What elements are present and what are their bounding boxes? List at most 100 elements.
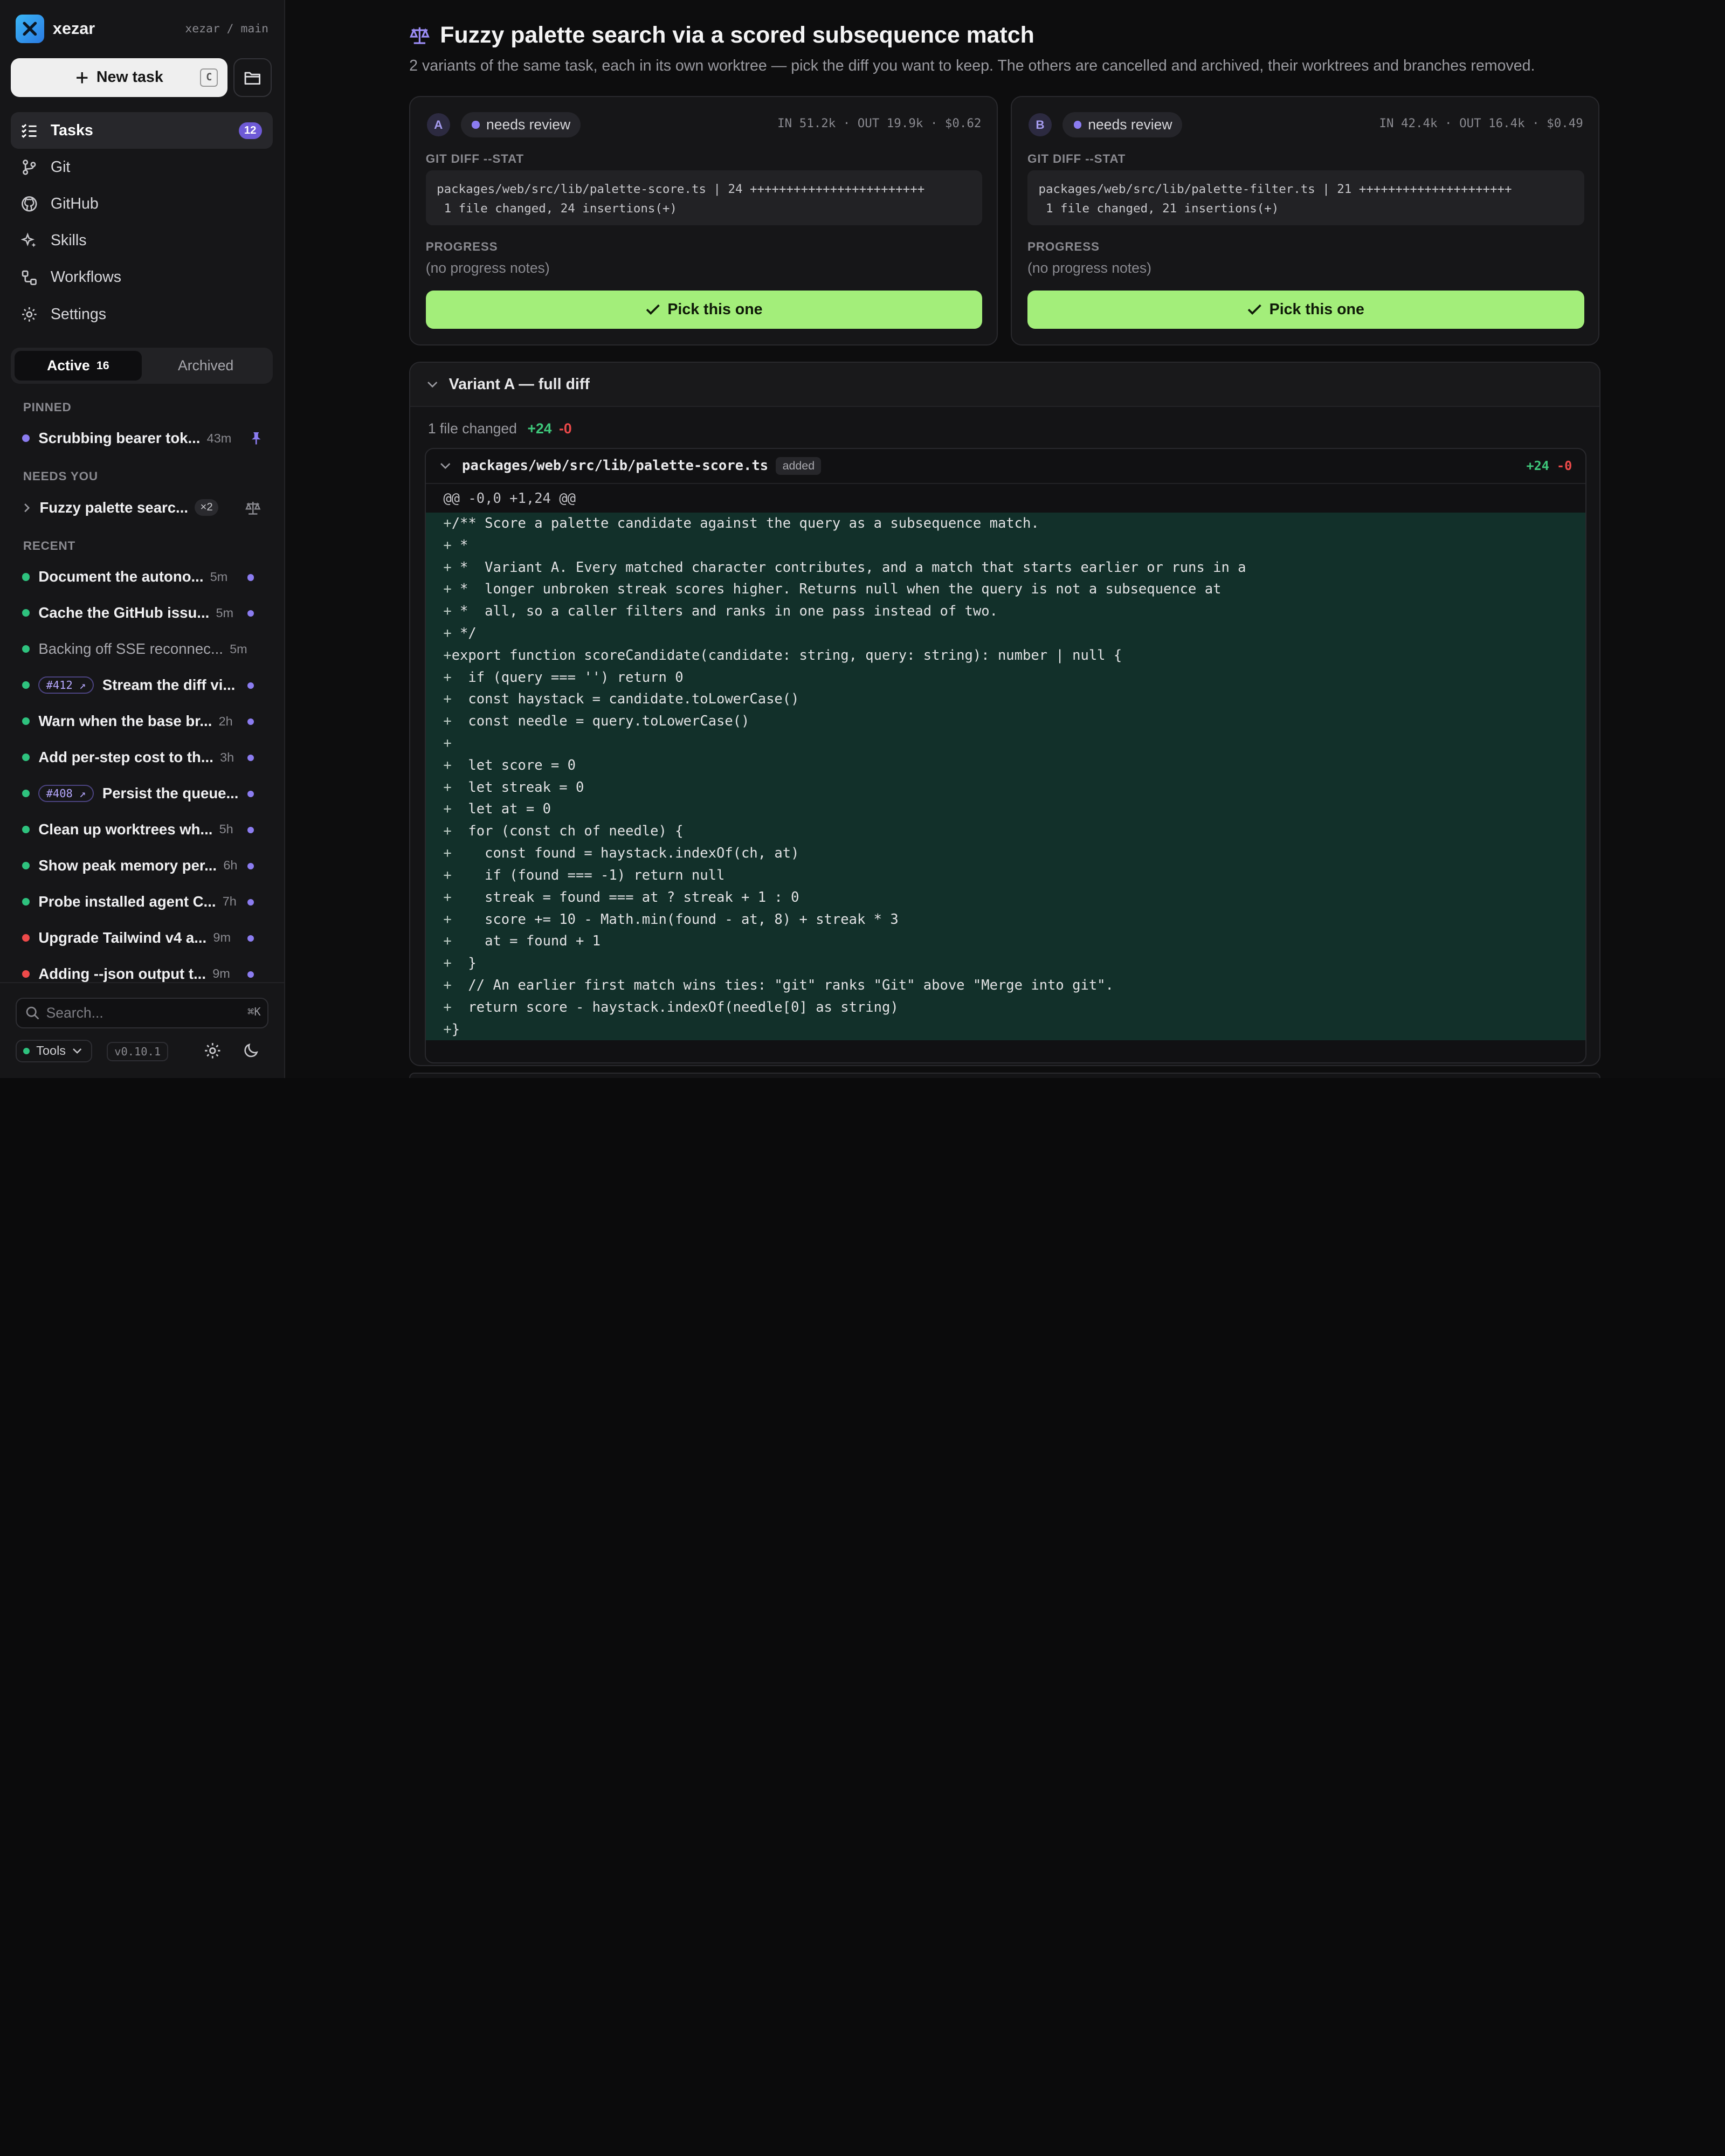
task-title: Clean up worktrees wh... <box>38 820 213 838</box>
added-marker: + <box>443 691 452 708</box>
added-marker: + <box>443 647 452 664</box>
diff-stat-label: GIT DIFF --STAT <box>1027 151 1126 165</box>
unread-dot <box>247 826 254 834</box>
task-item-recent[interactable]: Adding --json output t... 9m <box>11 956 273 992</box>
line-text: export function scoreCandidate(candidate… <box>451 647 1122 664</box>
line-text: * longer unbroken streak scores higher. … <box>451 581 1222 598</box>
line-text: const found = haystack.indexOf(ch, at) <box>451 845 799 862</box>
added-marker: + <box>443 603 452 620</box>
task-item-recent[interactable]: Backing off SSE reconnec... 5m <box>11 631 273 667</box>
file-diff-header[interactable]: packages/web/src/lib/palette-score.ts ad… <box>425 449 1585 484</box>
brand: xezar <box>15 14 95 43</box>
diff-line-added: + // An earlier first match wins ties: "… <box>426 975 1585 997</box>
tab-archived[interactable]: Archived <box>142 351 270 381</box>
nav-item-settings[interactable]: Settings <box>11 296 273 333</box>
nav-item-git[interactable]: Git <box>11 149 273 185</box>
nav-item-workflows[interactable]: Workflows <box>11 259 273 296</box>
task-item-needs-you[interactable]: Fuzzy palette searc... ×2 <box>11 489 273 526</box>
added-marker: + <box>443 559 452 576</box>
added-marker: + <box>443 933 452 950</box>
chevron-right-icon[interactable] <box>22 502 31 513</box>
status-dot <box>22 970 30 978</box>
diff-line-added: +/** Score a palette candidate against t… <box>426 513 1585 535</box>
pr-link-badge[interactable]: #412 ↗ <box>38 676 94 694</box>
status-dot <box>22 753 30 762</box>
diff-line-added: + for (const ch of needle) { <box>426 820 1585 842</box>
variant-card-a: A needs review IN 51.2k · OUT 19.9k · $0… <box>409 95 998 345</box>
search-box[interactable]: ⌘K <box>15 998 268 1029</box>
added-marker: + <box>443 713 452 730</box>
task-item-recent[interactable]: #408 ↗ Persist the queue... <box>11 775 273 811</box>
task-title: Document the autono... <box>38 568 204 585</box>
new-task-button[interactable]: New task C <box>11 58 228 97</box>
pin-icon[interactable] <box>250 431 263 446</box>
nav-item-github[interactable]: GitHub <box>11 185 273 222</box>
task-item-recent[interactable]: Warn when the base br... 2h <box>11 703 273 739</box>
task-time: 9m <box>213 930 231 945</box>
repo-branch[interactable]: xezar / main <box>185 22 268 36</box>
nav-item-skills[interactable]: Skills <box>11 223 273 259</box>
task-title: Scrubbing bearer tok... <box>38 430 201 447</box>
moon-icon[interactable] <box>243 1042 260 1059</box>
pick-variant-b-button[interactable]: Pick this one <box>1027 290 1584 329</box>
line-text: const haystack = candidate.toLowerCase() <box>451 691 799 708</box>
task-item-recent[interactable]: Probe installed agent C... 7h <box>11 883 273 920</box>
progress-label: PROGRESS <box>425 239 498 253</box>
pr-link-badge[interactable]: #408 ↗ <box>38 784 94 803</box>
diff-line-added: + } <box>426 952 1585 975</box>
status-badge: needs review <box>461 112 581 138</box>
tools-label: Tools <box>36 1044 66 1058</box>
diff-line-added: + let score = 0 <box>426 755 1585 777</box>
page-title: Fuzzy palette search via a scored subseq… <box>409 22 1034 49</box>
pick-label: Pick this one <box>1269 300 1364 318</box>
task-item-recent[interactable]: Add per-step cost to th... 3h <box>11 739 273 775</box>
variant-count-badge: ×2 <box>195 499 218 516</box>
file-diff: packages/web/src/lib/palette-score.ts ad… <box>424 447 1586 1064</box>
task-title: Upgrade Tailwind v4 a... <box>38 929 207 946</box>
nav-label: GitHub <box>50 195 99 213</box>
diff-line-added: + score += 10 - Math.min(found - at, 8) … <box>426 909 1585 931</box>
sidebar: xezar xezar / main New task C Tasks 12 G… <box>0 0 285 1078</box>
diff-summary: 1 file changed +24 -0 <box>428 420 572 437</box>
line-text: } <box>451 1021 460 1038</box>
gear-icon <box>21 306 40 323</box>
tab-active-label: Active <box>47 357 90 374</box>
task-item-pinned[interactable]: Scrubbing bearer tok... 43m <box>11 420 273 457</box>
task-time: 6h <box>223 858 238 873</box>
full-diff-toggle[interactable]: Variant A — full diff <box>410 363 1600 407</box>
unread-dot <box>247 718 254 725</box>
task-item-recent[interactable]: Show peak memory per... 6h <box>11 847 273 883</box>
file-status-badge: added <box>776 457 822 475</box>
task-item-recent[interactable]: Upgrade Tailwind v4 a... 9m <box>11 920 273 956</box>
unread-dot <box>247 754 254 762</box>
added-marker: + <box>443 669 452 686</box>
tools-dropdown[interactable]: Tools <box>15 1039 92 1063</box>
line-text: return score - haystack.indexOf(needle[0… <box>451 999 899 1015</box>
task-item-recent[interactable]: Document the autono... 5m <box>11 559 273 595</box>
diff-code: +/** Score a palette candidate against t… <box>425 512 1585 1041</box>
task-title: Backing off SSE reconnec... <box>38 640 223 658</box>
task-title: Probe installed agent C... <box>38 893 216 910</box>
status-dot <box>22 861 30 870</box>
task-title: Fuzzy palette searc... <box>39 499 189 516</box>
open-folder-button[interactable] <box>233 58 272 97</box>
status-dot <box>22 681 30 689</box>
task-item-recent[interactable]: #412 ↗ Stream the diff vi... <box>11 667 273 703</box>
tab-active[interactable]: Active 16 <box>14 351 142 381</box>
nav-label: Skills <box>50 232 87 250</box>
added-marker: + <box>443 977 452 993</box>
search-input[interactable] <box>46 1005 223 1022</box>
settings-gear-icon[interactable] <box>204 1042 222 1060</box>
task-item-recent[interactable]: Clean up worktrees wh... 5h <box>11 811 273 847</box>
nav-item-tasks[interactable]: Tasks 12 <box>11 112 273 149</box>
status-dot <box>22 573 30 581</box>
added-marker: + <box>443 757 452 773</box>
task-title: Show peak memory per... <box>38 856 217 874</box>
task-item-recent[interactable]: Cache the GitHub issu... 5m <box>11 595 273 631</box>
unread-dot <box>247 790 254 798</box>
line-text: * Variant A. Every matched character con… <box>451 559 1246 576</box>
line-text: for (const ch of needle) { <box>451 823 684 840</box>
diff-line-added: + * all, so a caller filters and ranks i… <box>426 600 1585 623</box>
token-stats: IN 51.2k · OUT 19.9k · $0.62 <box>777 116 982 131</box>
pick-variant-a-button[interactable]: Pick this one <box>425 290 983 329</box>
